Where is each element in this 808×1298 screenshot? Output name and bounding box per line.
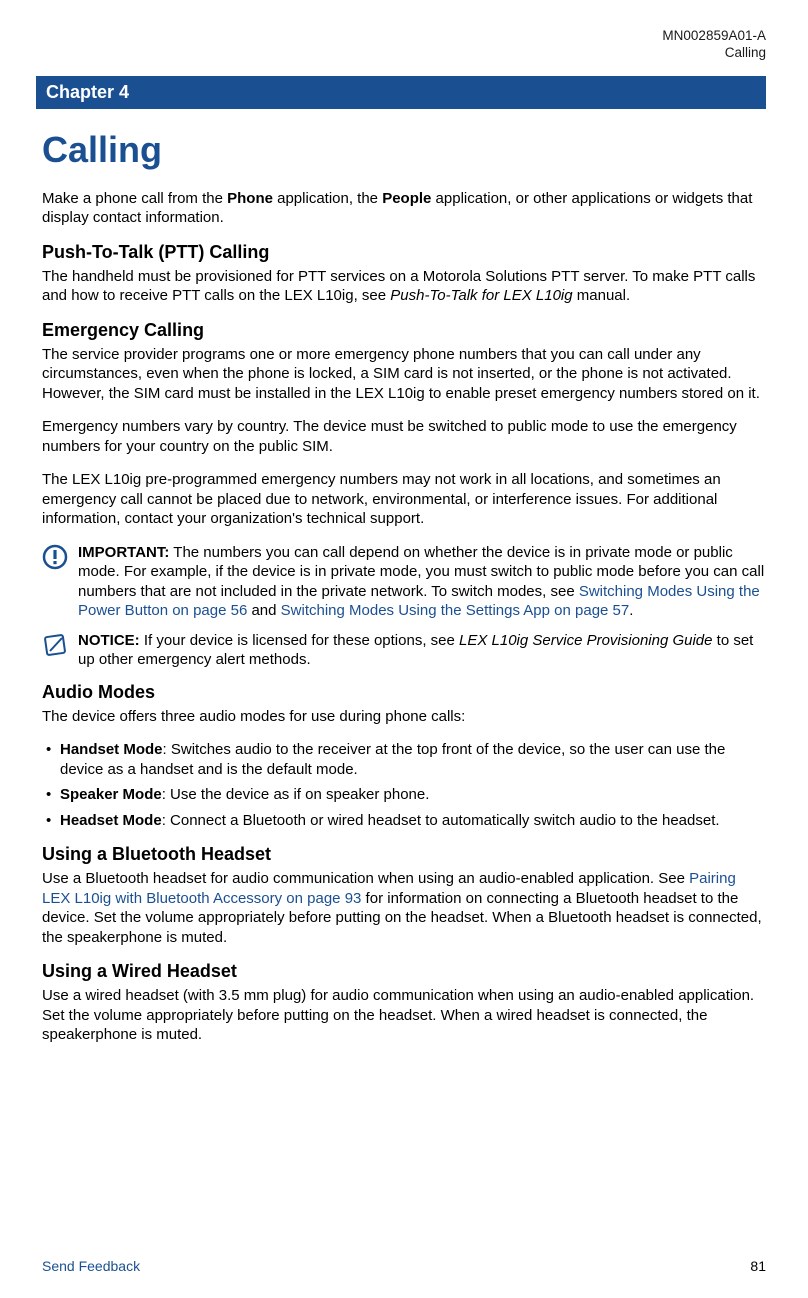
- intro-bold-phone: Phone: [227, 190, 273, 207]
- list-item: Handset Mode: Switches audio to the rece…: [60, 740, 766, 779]
- notice-note: NOTICE: If your device is licensed for t…: [42, 631, 766, 670]
- audio-item-desc-2: : Connect a Bluetooth or wired headset t…: [162, 812, 720, 829]
- bt-pre: Use a Bluetooth headset for audio commun…: [42, 870, 689, 887]
- page-number: 81: [750, 1258, 766, 1274]
- section-name: Calling: [42, 45, 766, 62]
- page-header: MN002859A01-A Calling: [42, 28, 766, 62]
- notice-text: NOTICE: If your device is licensed for t…: [78, 631, 766, 670]
- notice-icon: [42, 632, 68, 658]
- wired-paragraph: Use a wired headset (with 3.5 mm plug) f…: [42, 986, 766, 1045]
- page-title: Calling: [42, 129, 766, 171]
- chapter-banner: Chapter 4: [36, 76, 766, 109]
- doc-id: MN002859A01-A: [42, 28, 766, 45]
- notice-pre: If your device is licensed for these opt…: [140, 632, 459, 649]
- important-icon: [42, 544, 68, 570]
- bt-heading: Using a Bluetooth Headset: [42, 844, 766, 865]
- emergency-p1: The service provider programs one or mor…: [42, 345, 766, 404]
- notice-italic: LEX L10ig Service Provisioning Guide: [459, 632, 712, 649]
- emergency-p3: The LEX L10ig pre-programmed emergency n…: [42, 470, 766, 529]
- audio-item-name-2: Headset Mode: [60, 812, 162, 829]
- audio-item-desc-1: : Use the device as if on speaker phone.: [162, 786, 430, 803]
- audio-intro: The device offers three audio modes for …: [42, 707, 766, 727]
- wired-heading: Using a Wired Headset: [42, 961, 766, 982]
- list-item: Speaker Mode: Use the device as if on sp…: [60, 785, 766, 805]
- important-link-2[interactable]: Switching Modes Using the Settings App o…: [281, 602, 630, 619]
- emergency-p2: Emergency numbers vary by country. The d…: [42, 417, 766, 456]
- audio-heading: Audio Modes: [42, 682, 766, 703]
- list-item: Headset Mode: Connect a Bluetooth or wir…: [60, 811, 766, 831]
- important-post: .: [629, 602, 633, 619]
- ptt-italic: Push-To-Talk for LEX L10ig: [390, 287, 572, 304]
- important-note: IMPORTANT: The numbers you can call depe…: [42, 543, 766, 621]
- notice-label: NOTICE:: [78, 632, 140, 649]
- intro-paragraph: Make a phone call from the Phone applica…: [42, 189, 766, 228]
- audio-item-name-1: Speaker Mode: [60, 786, 162, 803]
- intro-bold-people: People: [382, 190, 431, 207]
- important-mid: and: [247, 602, 280, 619]
- ptt-post: manual.: [573, 287, 631, 304]
- audio-item-name-0: Handset Mode: [60, 741, 163, 758]
- audio-modes-list: Handset Mode: Switches audio to the rece…: [42, 740, 766, 830]
- bt-paragraph: Use a Bluetooth headset for audio commun…: [42, 869, 766, 947]
- ptt-heading: Push-To-Talk (PTT) Calling: [42, 242, 766, 263]
- page-footer: Send Feedback 81: [42, 1258, 766, 1274]
- important-label: IMPORTANT:: [78, 544, 169, 561]
- intro-pre: Make a phone call from the: [42, 190, 227, 207]
- ptt-paragraph: The handheld must be provisioned for PTT…: [42, 267, 766, 306]
- important-text: IMPORTANT: The numbers you can call depe…: [78, 543, 766, 621]
- intro-mid: application, the: [273, 190, 382, 207]
- emergency-heading: Emergency Calling: [42, 320, 766, 341]
- send-feedback-link[interactable]: Send Feedback: [42, 1258, 140, 1274]
